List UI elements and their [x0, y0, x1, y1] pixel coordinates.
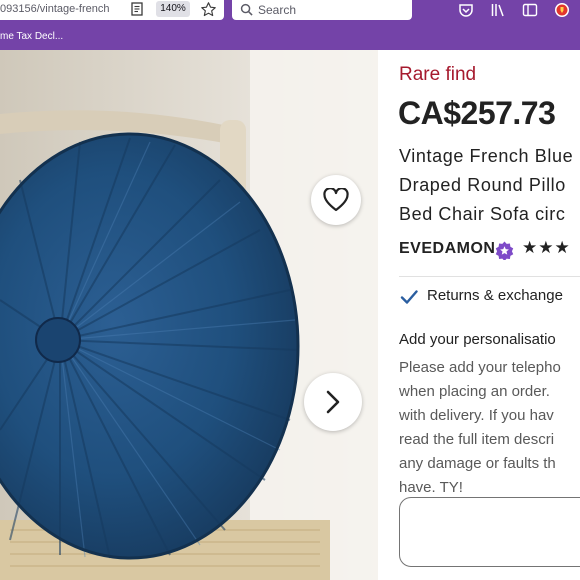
- personalisation-instruction-line: Please add your telepho: [399, 359, 561, 376]
- pocket-icon[interactable]: [458, 2, 474, 18]
- library-icon[interactable]: [490, 2, 506, 18]
- product-image[interactable]: [0, 50, 378, 580]
- bookmark-item[interactable]: me Tax Decl...: [0, 31, 63, 42]
- personalisation-instruction-line: any damage or faults th: [399, 455, 556, 472]
- sidebar-icon[interactable]: [522, 2, 538, 18]
- bookmarks-toolbar: me Tax Decl...: [0, 24, 580, 50]
- reader-view-icon[interactable]: [131, 2, 143, 16]
- heart-icon: [323, 188, 349, 212]
- bookmark-star-icon[interactable]: [200, 1, 217, 18]
- product-price: CA$257.73: [398, 95, 556, 131]
- personalisation-textarea[interactable]: [399, 497, 580, 567]
- divider: [399, 276, 580, 277]
- personalisation-label: Add your personalisatio: [399, 331, 556, 348]
- shop-name-link[interactable]: EVEDAMON: [399, 240, 495, 258]
- zoom-level[interactable]: 140%: [156, 1, 190, 17]
- search-bar[interactable]: Search: [232, 0, 412, 20]
- browser-toolbar: 093156/vintage-french 140% Search: [0, 0, 580, 24]
- checkmark-icon: [400, 290, 418, 304]
- personalisation-instruction-line: have. TY!: [399, 479, 463, 496]
- search-placeholder: Search: [258, 3, 297, 17]
- rating-stars[interactable]: ★★★: [522, 238, 571, 258]
- product-info-panel: Rare find CA$257.73 Vintage French Blue …: [378, 50, 580, 580]
- product-title-line: Vintage French Blue: [399, 146, 574, 166]
- returns-exchanges-text[interactable]: Returns & exchange: [427, 287, 563, 304]
- address-bar[interactable]: 093156/vintage-french 140%: [0, 0, 224, 20]
- extension-icon[interactable]: [554, 2, 570, 18]
- personalisation-instruction-line: when placing an order.: [399, 383, 550, 400]
- favorite-button[interactable]: [311, 175, 361, 225]
- chevron-right-icon: [326, 390, 340, 414]
- product-title-line: Bed Chair Sofa circ: [399, 204, 566, 224]
- product-title-line: Draped Round Pillo: [399, 175, 566, 195]
- rare-find-badge: Rare find: [399, 64, 477, 85]
- personalisation-instruction-line: with delivery. If you hav: [399, 407, 554, 424]
- pillow-photo: [0, 50, 378, 580]
- next-image-button[interactable]: [304, 373, 362, 431]
- star-seller-icon: [495, 241, 514, 260]
- url-text[interactable]: 093156/vintage-french: [0, 3, 124, 15]
- personalisation-instruction-line: read the full item descri: [399, 431, 555, 448]
- search-icon: [240, 3, 253, 16]
